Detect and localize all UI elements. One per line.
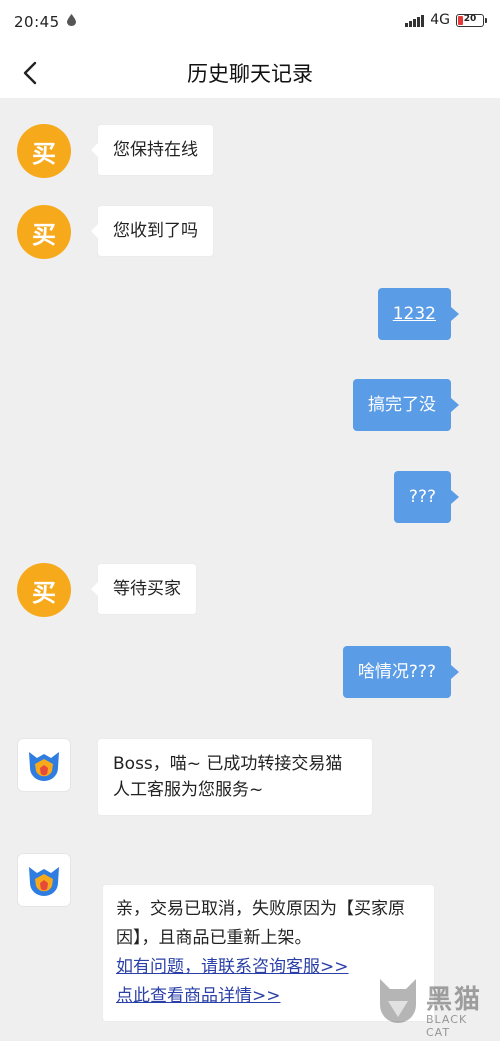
message-text-line: 人工客服为您服务~	[113, 780, 264, 800]
message-bubble-incoming[interactable]: Boss，喵~ 已成功转接交易猫 人工客服为您服务~	[97, 738, 373, 816]
message-bubble-outgoing[interactable]: ???	[393, 471, 460, 523]
message-bubble-incoming[interactable]: 等待买家	[91, 563, 197, 615]
watermark-text: 黑猫	[426, 985, 483, 1015]
battery-level: 20	[463, 13, 477, 24]
buyer-avatar[interactable]: 买	[17, 205, 71, 259]
service-bot-avatar[interactable]	[17, 853, 71, 907]
message-bubble-outgoing[interactable]: 啥情况???	[342, 646, 460, 698]
signal-icon	[405, 14, 425, 27]
message-text: 等待买家	[113, 579, 181, 599]
message-text: 搞完了没	[368, 395, 436, 415]
watermark: 黑猫 BLACK CAT	[374, 975, 494, 1039]
message-text[interactable]: 1232	[393, 304, 436, 324]
jiaoyimao-logo-icon	[29, 752, 59, 781]
jiaoyimao-logo-icon	[29, 867, 59, 896]
message-text: 您收到了吗	[113, 221, 198, 241]
status-bar: 20:45 4G 20	[0, 0, 500, 46]
drop-icon	[67, 14, 76, 26]
message-text: 您保持在线	[113, 140, 198, 160]
watermark-subtext: BLACK CAT	[426, 1013, 468, 1039]
battery-icon: 20	[456, 13, 487, 27]
buyer-avatar[interactable]: 买	[17, 563, 71, 617]
service-bot-avatar[interactable]	[17, 738, 71, 792]
buyer-avatar[interactable]: 买	[17, 124, 71, 178]
header: 历史聊天记录	[0, 46, 500, 98]
message-text: ???	[408, 487, 436, 507]
black-cat-logo-icon	[380, 979, 416, 1023]
message-text-line: 亲，交易已取消，失败原因为【买家原	[116, 899, 405, 919]
message-bubble-outgoing[interactable]: 1232	[377, 288, 460, 340]
message-bubble-incoming[interactable]: 您收到了吗	[91, 205, 214, 257]
network-label: 4G	[430, 12, 450, 28]
status-time: 20:45	[14, 13, 60, 31]
message-text-line: 因】，且商品已重新上架。	[116, 928, 312, 948]
message-bubble-outgoing[interactable]: 搞完了没	[353, 379, 459, 431]
message-text: 啥情况???	[357, 662, 436, 682]
page-title: 历史聊天记录	[187, 62, 313, 86]
message-bubble-incoming[interactable]: 您保持在线	[91, 124, 214, 176]
message-text-line: Boss，喵~ 已成功转接交易猫	[113, 754, 343, 774]
status-indicators: 4G 20	[405, 12, 487, 28]
